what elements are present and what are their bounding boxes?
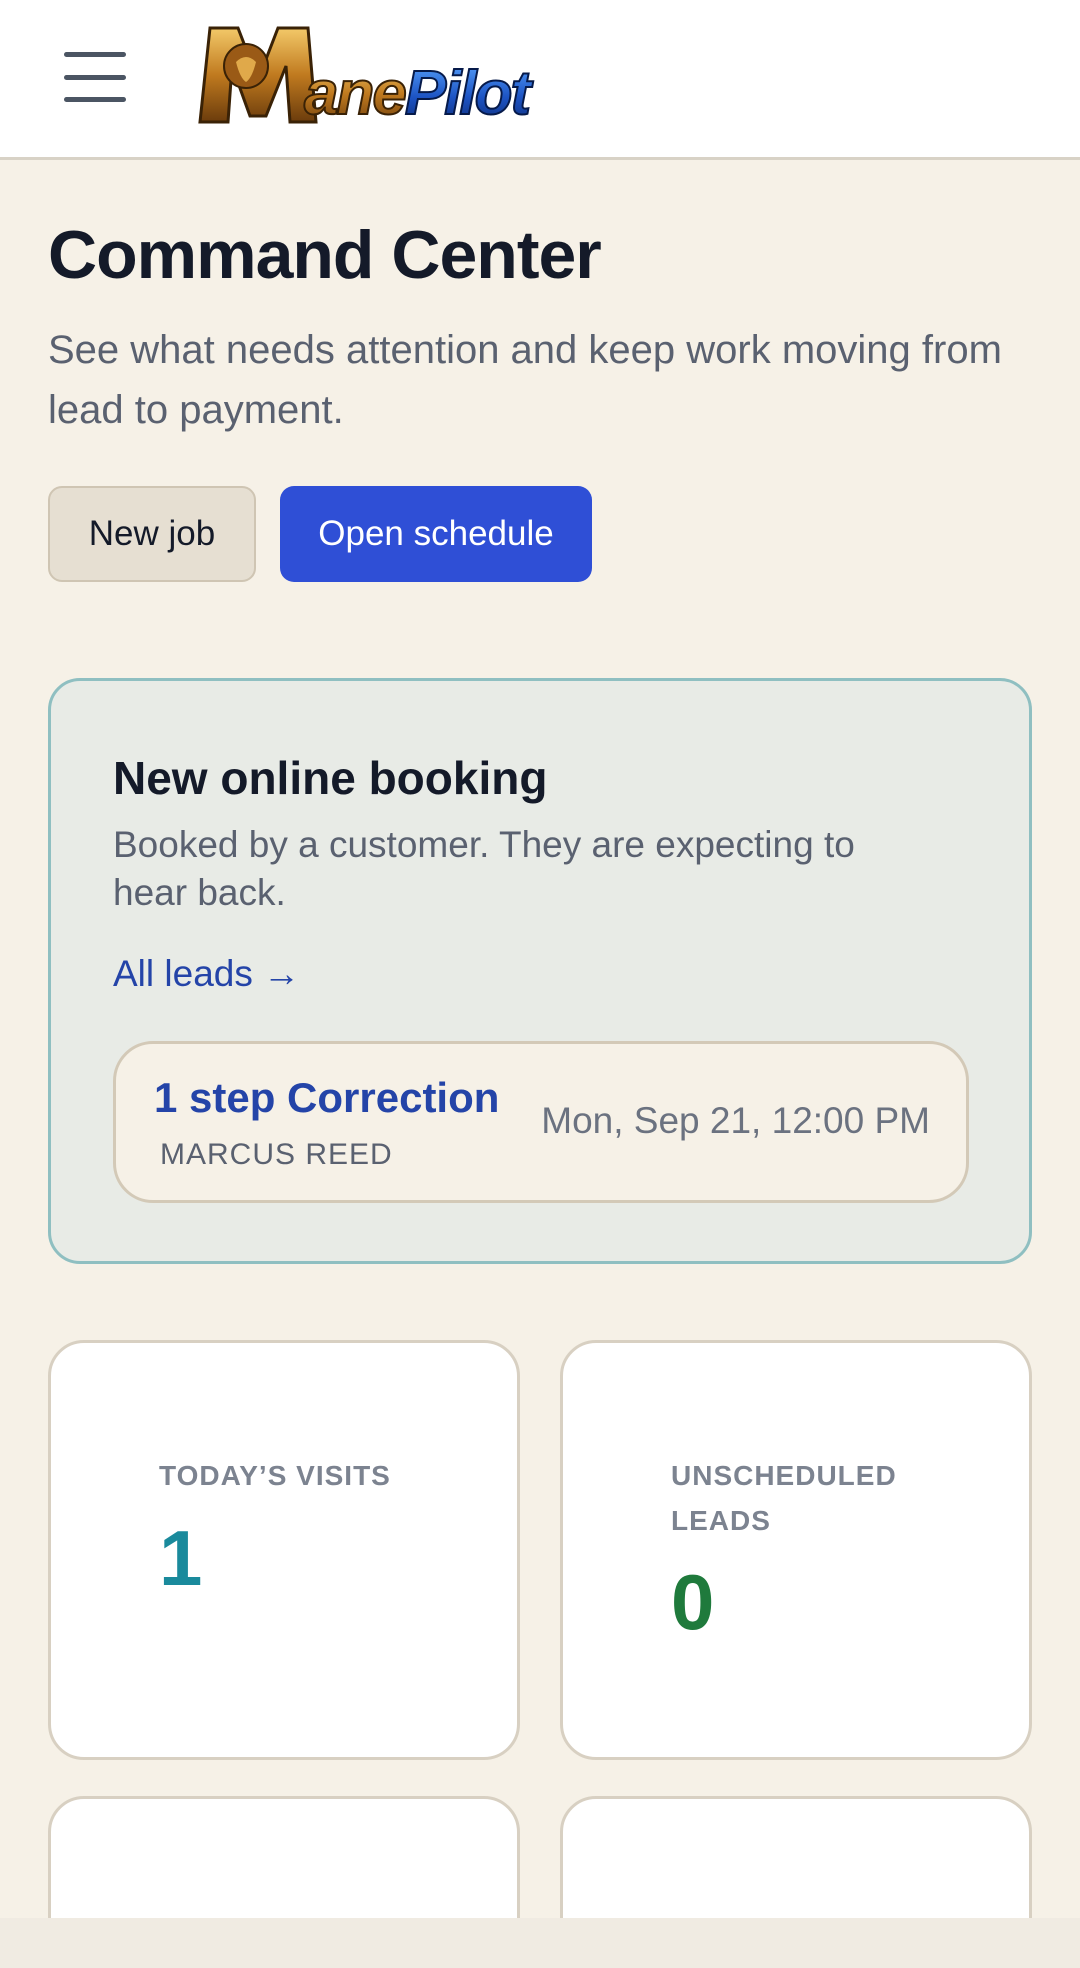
booking-card-description: Booked by a customer. They are expecting… <box>113 824 855 913</box>
all-leads-link[interactable]: All leads → <box>113 953 300 995</box>
lead-appointment-time: Mon, Sep 21, 12:00 PM <box>541 1100 930 1141</box>
stat-value: 0 <box>671 1558 715 1646</box>
stat-card-unscheduled-leads[interactable]: UNSCHEDULED LEADS 0 <box>560 1340 1032 1760</box>
page-subtitle: See what needs attention and keep work m… <box>48 328 1002 432</box>
open-schedule-button[interactable]: Open schedule <box>280 486 592 582</box>
stat-value: 1 <box>159 1514 203 1602</box>
lead-service-name[interactable]: 1 step Correction <box>154 1074 499 1122</box>
booking-card-title: New online booking <box>113 752 548 804</box>
lead-customer-name: MARCUS REED <box>160 1138 393 1171</box>
new-job-button[interactable]: New job <box>48 486 256 582</box>
new-online-booking-card: New online booking Booked by a customer.… <box>48 678 1032 1264</box>
stat-card-todays-visits[interactable]: TODAY’S VISITS 1 <box>48 1340 520 1760</box>
system-navigation-bar <box>0 1918 1080 1968</box>
lion-logo-icon[interactable]: anePilot <box>196 22 566 126</box>
hamburger-menu-icon[interactable] <box>64 52 126 102</box>
stat-label: UNSCHEDULED LEADS <box>671 1460 897 1536</box>
page-title: Command Center <box>48 217 602 293</box>
stat-label: TODAY’S VISITS <box>159 1460 391 1491</box>
lead-list-item[interactable]: 1 step Correction MARCUS REED Mon, Sep 2… <box>113 1041 969 1203</box>
brand-logo-text: anePilot <box>304 59 534 126</box>
top-app-bar: anePilot <box>0 0 1080 160</box>
